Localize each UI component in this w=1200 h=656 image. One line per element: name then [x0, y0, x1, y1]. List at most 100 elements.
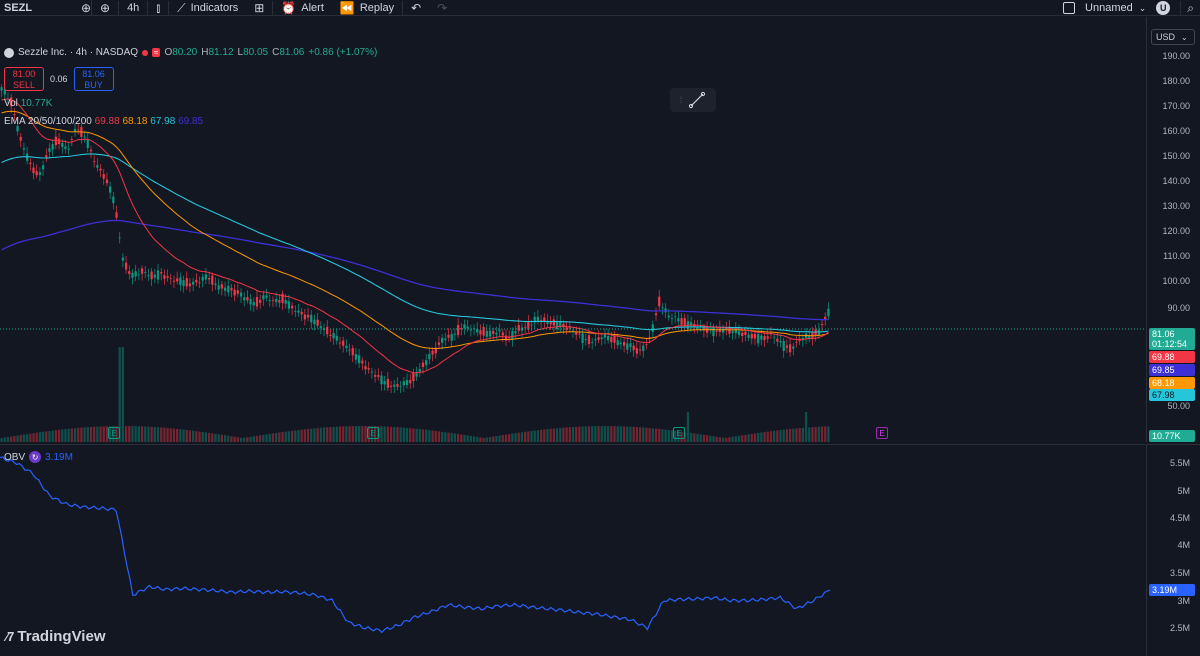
- volume-bar: [207, 432, 211, 442]
- candle-body: [827, 308, 830, 317]
- volume-bar: [441, 431, 444, 442]
- candle-body: [51, 144, 54, 150]
- volume-bar: [163, 427, 166, 442]
- indicators-button[interactable]: ⟋ Indicators: [169, 0, 246, 16]
- volume-bar: [785, 429, 789, 442]
- avatar[interactable]: U: [1156, 1, 1171, 15]
- earnings-marker[interactable]: E: [673, 427, 685, 439]
- replay-icon: ⏪: [339, 0, 355, 15]
- obv-pane[interactable]: OBV ↻ 3.19M ⁄7 TradingView: [0, 444, 1146, 656]
- candle-body: [661, 307, 664, 309]
- price-axis[interactable]: USD ⌄ 190.00 180.00 170.00 160.00 150.00…: [1146, 17, 1200, 442]
- replay-button[interactable]: ⏪ Replay: [332, 0, 402, 16]
- earnings-marker[interactable]: E: [367, 427, 379, 439]
- candle-body: [169, 278, 172, 280]
- interval-button[interactable]: 4h: [119, 0, 147, 16]
- chart-type-button[interactable]: ⫾: [148, 0, 168, 16]
- ema-20-tag: 69.88: [1149, 351, 1195, 363]
- candle-body: [195, 279, 198, 283]
- currency-selector[interactable]: USD ⌄: [1151, 29, 1195, 45]
- redo-button[interactable]: ↷: [429, 0, 455, 16]
- chevron-down-icon[interactable]: ⌄: [1139, 2, 1147, 14]
- volume-bar: [329, 427, 332, 442]
- volume-bar: [99, 426, 102, 442]
- candle-body: [109, 186, 112, 193]
- main-chart-pane[interactable]: Sezzle Inc. · 4h · NASDAQ ≈ O 80.20 H 81.1…: [0, 17, 1146, 442]
- templates-button[interactable]: ⊞: [246, 0, 272, 16]
- volume-bar: [501, 435, 504, 442]
- volume-bar: [73, 428, 77, 442]
- candle-body: [217, 285, 220, 290]
- upcoming-earnings-marker[interactable]: E: [876, 427, 888, 439]
- candle-body: [450, 333, 453, 341]
- current-price-value: 81.06: [1152, 329, 1175, 339]
- candle-body: [511, 331, 514, 340]
- volume-bar: [721, 437, 725, 442]
- volume-bar: [690, 432, 693, 442]
- volume-bar: [591, 426, 594, 442]
- layout-checkbox[interactable]: [1063, 2, 1076, 14]
- buy-button[interactable]: 81.06 BUY: [73, 67, 114, 91]
- open-label: O: [164, 47, 173, 58]
- candle-body: [223, 287, 227, 291]
- volume-bar: [284, 431, 287, 442]
- volume-bar: [182, 429, 185, 442]
- tradingview-logo[interactable]: ⁄7 TradingView: [6, 628, 106, 645]
- volume-bar: [57, 429, 61, 442]
- candle-body: [469, 329, 472, 331]
- candle-body: [501, 332, 504, 336]
- volume-bar: [144, 426, 147, 442]
- price-chart[interactable]: [0, 17, 1146, 442]
- layout-name[interactable]: Unnamed: [1085, 2, 1133, 14]
- drag-handle-icon[interactable]: ⁞: [680, 95, 683, 105]
- volume-bar: [153, 427, 156, 442]
- add-symbol-button[interactable]: ⊕: [92, 0, 118, 16]
- sell-button[interactable]: 81.00 SELL: [4, 67, 44, 91]
- volume-bar: [393, 426, 396, 442]
- low-value: 80.05: [243, 47, 269, 58]
- volume-bar: [613, 426, 616, 442]
- volume-bar: [603, 426, 607, 442]
- volume-bar: [705, 435, 709, 442]
- compare-icon[interactable]: ⊕: [81, 2, 91, 14]
- volume-bar: [22, 434, 26, 442]
- candle-body: [645, 343, 648, 345]
- candle-body: [29, 162, 32, 165]
- trend-line-icon[interactable]: [688, 91, 706, 109]
- candle-body: [166, 276, 169, 278]
- undo-button[interactable]: ↶: [403, 0, 429, 16]
- earnings-marker[interactable]: E: [108, 427, 120, 439]
- candle-body: [204, 274, 208, 280]
- ema-200-tag: 69.85: [1149, 364, 1195, 376]
- volume-bar: [667, 429, 670, 442]
- volume-bar: [737, 435, 741, 442]
- loading-cycle-icon: ↻: [29, 451, 42, 463]
- volume-bar: [150, 426, 153, 442]
- volume-bar: [562, 427, 565, 442]
- candle-body: [820, 324, 824, 325]
- candle-body: [788, 344, 792, 353]
- floating-drawing-toolbar[interactable]: ⁞: [670, 88, 716, 112]
- symbol-search[interactable]: SEZL ⊕: [0, 0, 92, 16]
- quick-search-icon[interactable]: ⌕: [1187, 2, 1194, 14]
- candle-body: [377, 375, 380, 377]
- volume-bar: [185, 430, 188, 442]
- sell-price: 81.00: [12, 69, 36, 79]
- obv-chart[interactable]: [0, 445, 1146, 656]
- volume-bar: [632, 426, 635, 442]
- candle-body: [342, 340, 345, 346]
- candle-body: [619, 342, 623, 344]
- volume-bar: [287, 431, 291, 442]
- alert-button[interactable]: ⏰ Alert: [273, 0, 332, 16]
- candle-body: [524, 326, 527, 328]
- candle-body: [527, 321, 530, 330]
- obv-axis[interactable]: 5.5M 5M 4.5M 4M 3.5M 3M 2.5M 3.19M: [1146, 444, 1200, 656]
- candle-body: [632, 345, 635, 351]
- candle-body: [338, 342, 342, 344]
- volume-bar: [610, 426, 613, 442]
- candle-body: [587, 335, 591, 345]
- toolbar-right: Unnamed ⌄ U ⌕: [1063, 0, 1200, 16]
- volume-bar: [827, 426, 830, 442]
- volume-bar: [399, 427, 402, 442]
- candle-body: [153, 274, 156, 278]
